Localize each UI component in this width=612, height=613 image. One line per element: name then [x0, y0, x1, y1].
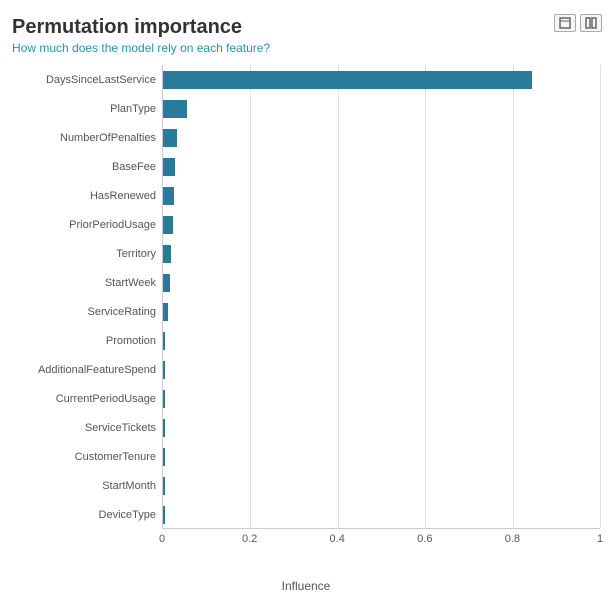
bar [163, 332, 165, 350]
bar [163, 477, 165, 495]
bar [163, 129, 177, 147]
grid-line [600, 65, 601, 528]
bar [163, 158, 175, 176]
single-view-button[interactable] [554, 14, 576, 32]
page-title: Permutation importance [12, 16, 600, 39]
y-label: ServiceTickets [12, 413, 162, 442]
bar-row [163, 442, 600, 471]
y-label: CustomerTenure [12, 442, 162, 471]
y-axis-labels: DaysSinceLastServicePlanTypeNumberOfPena… [12, 65, 162, 529]
bar-row [163, 413, 600, 442]
y-label: AdditionalFeatureSpend [12, 355, 162, 384]
bar [163, 245, 171, 263]
bar [163, 274, 170, 292]
split-view-icon [585, 17, 597, 29]
x-axis: 0 0.2 0.4 0.6 0.8 1 [162, 529, 600, 557]
plot-area [162, 65, 600, 529]
bar-row [163, 297, 600, 326]
bar-row [163, 326, 600, 355]
bar [163, 216, 173, 234]
main-container: Permutation importance How much does the… [0, 0, 612, 613]
bar-row [163, 471, 600, 500]
bar-row [163, 500, 600, 529]
x-tick-label: 0 [159, 533, 165, 545]
x-tick-label: 0.8 [505, 533, 520, 545]
bar-row [163, 123, 600, 152]
bar [163, 100, 187, 118]
bar-row [163, 94, 600, 123]
bar [163, 506, 165, 524]
y-label: BaseFee [12, 152, 162, 181]
split-view-button[interactable] [580, 14, 602, 32]
x-tick-label: 0.6 [417, 533, 432, 545]
bar [163, 303, 168, 321]
bar-row [163, 239, 600, 268]
toolbar [554, 14, 602, 32]
x-tick-label: 1 [597, 533, 603, 545]
bar [163, 419, 165, 437]
y-label: ServiceRating [12, 297, 162, 326]
y-label: StartMonth [12, 471, 162, 500]
y-label: DeviceType [12, 500, 162, 529]
bar-row [163, 268, 600, 297]
bar [163, 448, 165, 466]
y-label: CurrentPeriodUsage [12, 384, 162, 413]
bar [163, 187, 174, 205]
y-label: PlanType [12, 94, 162, 123]
chart-wrapper: DaysSinceLastServicePlanTypeNumberOfPena… [12, 65, 600, 529]
y-label: PriorPeriodUsage [12, 210, 162, 239]
single-view-icon [559, 17, 571, 29]
bar [163, 71, 532, 89]
y-label: Territory [12, 239, 162, 268]
bar [163, 390, 165, 408]
subtitle: How much does the model rely on each fea… [12, 41, 600, 55]
bar-row [163, 384, 600, 413]
x-axis-title: Influence [12, 579, 600, 593]
bar-row [163, 210, 600, 239]
x-tick-label: 0.2 [242, 533, 257, 545]
y-label: Promotion [12, 326, 162, 355]
bar-row [163, 65, 600, 94]
bar [163, 361, 165, 379]
bar-row [163, 181, 600, 210]
y-label: NumberOfPenalties [12, 123, 162, 152]
bar-row [163, 152, 600, 181]
bars-container [163, 65, 600, 528]
x-tick-label: 0.4 [330, 533, 345, 545]
y-label: HasRenewed [12, 181, 162, 210]
y-label: StartWeek [12, 268, 162, 297]
chart-area: DaysSinceLastServicePlanTypeNumberOfPena… [12, 65, 600, 593]
y-label: DaysSinceLastService [12, 65, 162, 94]
bar-row [163, 355, 600, 384]
